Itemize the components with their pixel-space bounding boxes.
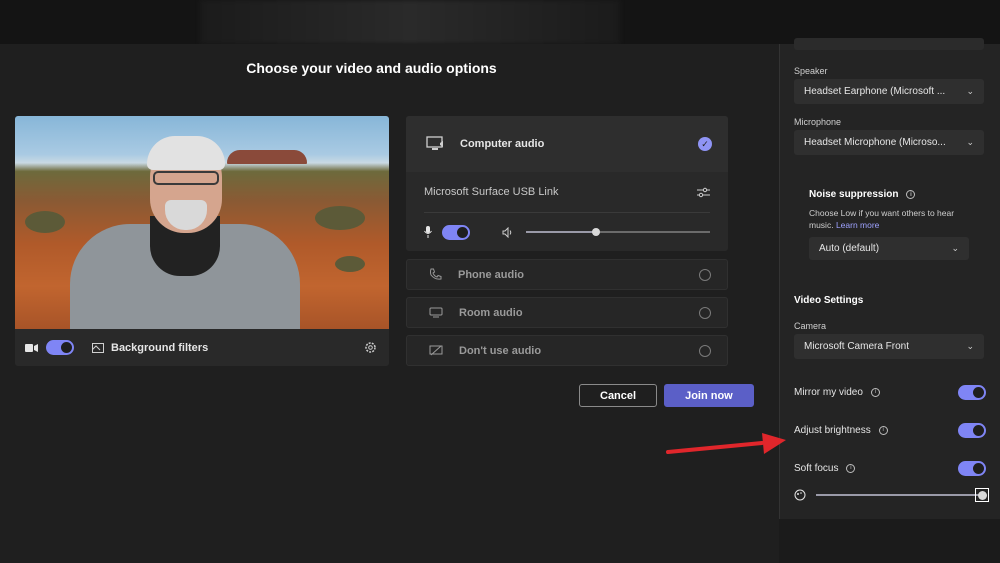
camera-toggle[interactable] xyxy=(46,340,74,355)
room-audio-option[interactable]: Room audio xyxy=(406,297,728,328)
no-audio-label: Don't use audio xyxy=(459,344,542,357)
speaker-select-value: Headset Earphone (Microsoft ... xyxy=(804,86,946,97)
soft-focus-knob[interactable] xyxy=(975,488,989,502)
soft-focus-toggle[interactable] xyxy=(958,460,986,476)
noise-suppression-title: Noise suppression xyxy=(809,189,899,200)
adjust-brightness-label: Adjust brightness xyxy=(794,424,871,436)
panel-bottom-bar xyxy=(779,519,1000,563)
camera-select-value: Microsoft Camera Front xyxy=(804,341,910,352)
main-area: Choose your video and audio options Back… xyxy=(0,44,779,563)
phone-icon xyxy=(429,268,442,281)
chevron-down-icon: ⌄ xyxy=(951,243,959,253)
room-audio-radio[interactable] xyxy=(699,306,711,319)
soft-focus-knob-dot xyxy=(977,490,987,500)
computer-audio-card: Computer audio ✓ Microsoft Surface USB L… xyxy=(406,116,728,251)
chevron-down-icon: ⌄ xyxy=(966,86,974,96)
background-bush xyxy=(335,256,365,272)
soft-focus-slider[interactable] xyxy=(816,488,989,502)
noise-suppression-value: Auto (default) xyxy=(819,243,880,254)
phone-audio-label: Phone audio xyxy=(458,268,524,281)
previous-select-tail xyxy=(794,38,984,50)
join-now-button[interactable]: Join now xyxy=(664,384,754,407)
soft-focus-icon xyxy=(794,489,806,501)
info-icon[interactable]: i xyxy=(878,425,888,435)
speaker-volume-slider[interactable] xyxy=(526,228,710,236)
noise-suppression-description: Choose Low if you want others to hear mu… xyxy=(809,207,979,231)
person-glasses xyxy=(153,171,219,185)
camera-label: Camera xyxy=(794,321,827,331)
mirror-video-label: Mirror my video xyxy=(794,386,863,398)
info-icon[interactable]: i xyxy=(870,387,880,397)
soft-focus-row: Soft focus i xyxy=(794,459,986,477)
microphone-select[interactable]: Headset Microphone (Microso... ⌄ xyxy=(794,130,984,155)
adjust-brightness-toggle[interactable] xyxy=(958,422,986,438)
microphone-toggle[interactable] xyxy=(442,224,470,240)
device-settings-icon[interactable] xyxy=(697,187,710,198)
gear-icon[interactable] xyxy=(364,341,377,354)
camera-select[interactable]: Microsoft Camera Front ⌄ xyxy=(794,334,984,359)
speaker-label: Speaker xyxy=(794,66,828,76)
annotation-arrow xyxy=(666,433,786,454)
video-controls: Background filters xyxy=(15,329,389,366)
no-audio-option[interactable]: Don't use audio xyxy=(406,335,728,366)
top-bar-blur xyxy=(200,0,620,44)
background-rock xyxy=(227,150,307,164)
action-buttons: Cancel Join now xyxy=(579,384,754,407)
room-audio-icon xyxy=(429,307,443,318)
noise-suppression-title-row: Noise suppression i xyxy=(809,189,916,200)
microphone-select-value: Headset Microphone (Microso... xyxy=(804,137,946,148)
computer-audio-option[interactable]: Computer audio ✓ xyxy=(406,116,728,172)
background-bush xyxy=(25,211,65,233)
noise-suppression-select[interactable]: Auto (default) ⌄ xyxy=(809,237,969,260)
background-filters-label[interactable]: Background filters xyxy=(111,342,208,354)
video-preview-card: Background filters xyxy=(15,116,389,366)
speaker-volume-icon xyxy=(502,226,514,238)
chevron-down-icon: ⌄ xyxy=(966,341,974,351)
volume-knob[interactable] xyxy=(591,228,600,236)
camera-icon xyxy=(25,343,38,353)
adjust-brightness-row: Adjust brightness i xyxy=(794,421,986,439)
noise-suppression-desc-text: Choose Low if you want others to hear mu… xyxy=(809,208,955,230)
microphone-label: Microphone xyxy=(794,117,842,127)
soft-focus-fill xyxy=(816,494,982,496)
mirror-video-toggle[interactable] xyxy=(958,384,986,400)
room-audio-label: Room audio xyxy=(459,306,523,319)
computer-audio-icon xyxy=(426,136,446,152)
learn-more-link[interactable]: Learn more xyxy=(836,220,879,230)
no-audio-radio[interactable] xyxy=(699,344,711,357)
soft-focus-slider-row xyxy=(794,487,990,503)
no-audio-icon xyxy=(429,345,443,357)
cancel-button[interactable]: Cancel xyxy=(579,384,658,407)
volume-fill xyxy=(526,231,596,233)
background-bush xyxy=(315,206,365,230)
background-filters-icon[interactable] xyxy=(92,342,104,353)
chevron-down-icon: ⌄ xyxy=(966,137,974,147)
video-preview xyxy=(15,116,389,329)
phone-audio-option[interactable]: Phone audio xyxy=(406,259,728,290)
video-settings-title: Video Settings xyxy=(794,295,864,306)
noise-suppression-section: Noise suppression i Choose Low if you wa… xyxy=(794,173,984,272)
audio-options: Computer audio ✓ Microsoft Surface USB L… xyxy=(406,116,728,366)
info-icon[interactable]: i xyxy=(846,463,856,473)
mirror-video-row: Mirror my video i xyxy=(794,383,986,401)
speaker-select[interactable]: Headset Earphone (Microsoft ... ⌄ xyxy=(794,79,984,104)
device-settings-panel: Speaker Headset Earphone (Microsoft ... … xyxy=(779,38,1000,519)
audio-level-row xyxy=(406,213,728,251)
soft-focus-label: Soft focus xyxy=(794,462,839,474)
page-title: Choose your video and audio options xyxy=(246,60,497,76)
audio-device-row: Microsoft Surface USB Link xyxy=(406,172,728,212)
selected-check-icon: ✓ xyxy=(698,137,712,151)
computer-audio-label: Computer audio xyxy=(460,138,545,150)
info-icon[interactable]: i xyxy=(906,190,916,199)
audio-device-name: Microsoft Surface USB Link xyxy=(424,186,559,198)
microphone-icon xyxy=(424,226,432,238)
phone-audio-radio[interactable] xyxy=(699,268,711,281)
person-hair xyxy=(147,136,225,170)
